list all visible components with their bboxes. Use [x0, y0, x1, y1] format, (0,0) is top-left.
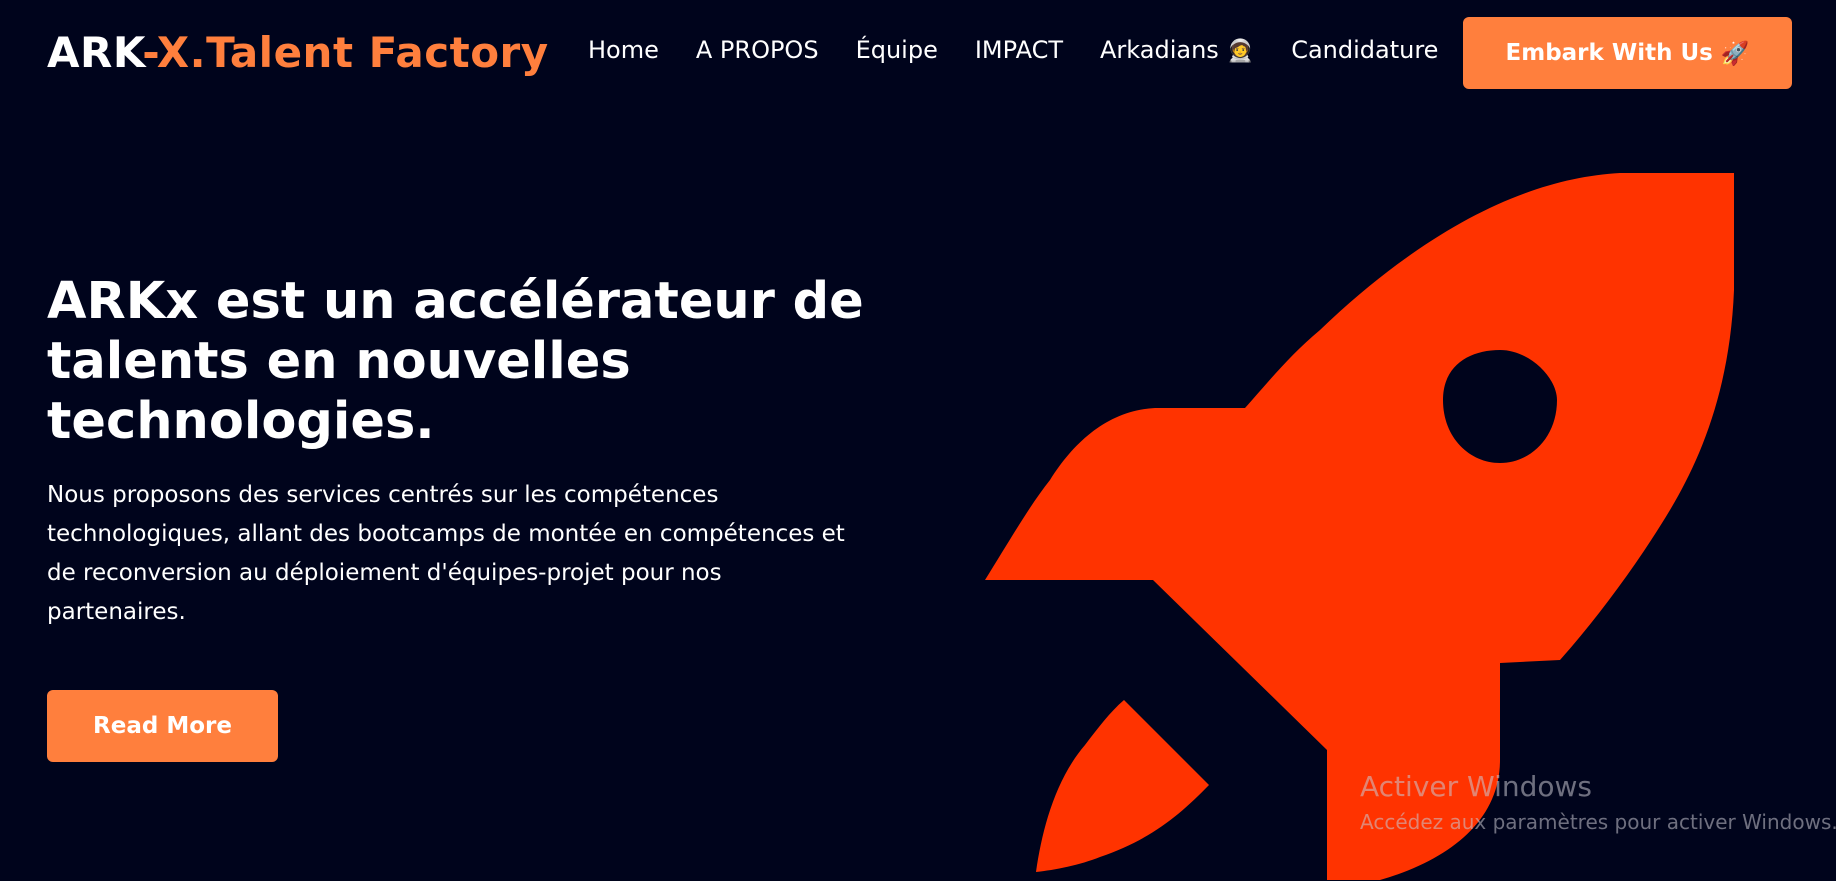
windows-activation-subtitle: Accédez aux paramètres pour activer Wind… — [1360, 810, 1836, 834]
site-logo[interactable]: ARK-X.Talent Factory — [47, 28, 549, 77]
astronaut-icon: 🧑‍🚀 — [1226, 39, 1255, 64]
hero-title: ARKx est un accélérateur de talents en n… — [47, 272, 864, 451]
nav-arkadians-link[interactable]: Arkadians 🧑‍🚀 — [1100, 36, 1254, 64]
rocket-emoji-icon: 🚀 — [1720, 40, 1750, 67]
nav-equipe-link[interactable]: Équipe — [856, 36, 938, 64]
read-more-button[interactable]: Read More — [47, 690, 278, 762]
embark-button-label: Embark With Us — [1505, 40, 1713, 66]
nav-home-link[interactable]: Home — [588, 36, 659, 64]
logo-text-secondary: -X.Talent Factory — [142, 28, 549, 77]
nav-candidature-link[interactable]: Candidature — [1291, 36, 1438, 64]
landing-page: ARK-X.Talent Factory Home A PROPOS Équip… — [0, 0, 1836, 881]
hero-description: Nous proposons des services centrés sur … — [47, 482, 845, 625]
embark-with-us-button[interactable]: Embark With Us 🚀 — [1463, 17, 1792, 89]
nav-a-propos-link[interactable]: A PROPOS — [696, 36, 819, 64]
windows-activation-title: Activer Windows — [1360, 770, 1593, 803]
nav-arkadians-label: Arkadians — [1099, 36, 1219, 64]
main-nav: Home A PROPOS Équipe IMPACT Arkadians 🧑‍🚀… — [588, 36, 1438, 64]
logo-text-primary: ARK — [47, 28, 143, 77]
nav-impact-link[interactable]: IMPACT — [975, 36, 1063, 64]
